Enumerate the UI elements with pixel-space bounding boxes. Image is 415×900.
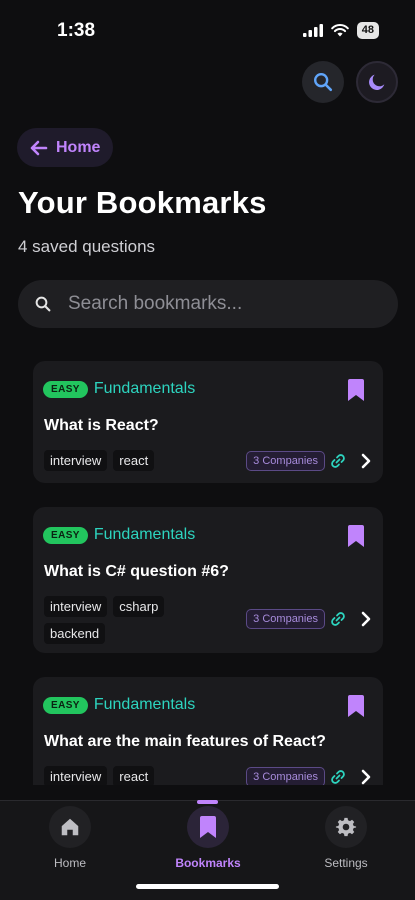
bookmark-icon[interactable] (347, 379, 365, 401)
bookmark-icon[interactable] (347, 695, 365, 717)
chevron-right-icon[interactable] (360, 769, 372, 785)
nav-label: Settings (324, 856, 368, 870)
bookmark-icon[interactable] (347, 525, 365, 547)
tag: interview (44, 766, 108, 785)
bookmark-icon (200, 816, 216, 838)
question-title: What is C# question #6? (44, 563, 229, 580)
home-indicator (136, 884, 279, 889)
nav-item-settings[interactable]: Settings (296, 801, 396, 870)
tag-list: interview react (44, 766, 224, 785)
bookmark-card[interactable]: EASY Fundamentals What are the main feat… (33, 677, 383, 785)
chevron-right-icon[interactable] (360, 453, 372, 469)
link-icon (331, 454, 345, 468)
nav-item-home[interactable]: Home (20, 801, 120, 870)
difficulty-badge: EASY (43, 380, 88, 398)
link-icon (331, 612, 345, 626)
nav-label: Home (53, 856, 86, 870)
link-icon (331, 770, 345, 784)
tag: react (113, 450, 155, 471)
nav-item-bookmarks[interactable]: Bookmarks (158, 801, 258, 870)
category-label: Fundamentals (93, 526, 196, 543)
companies-badge[interactable]: 3 Companies (246, 609, 325, 629)
bookmark-list: EASY Fundamentals What is React? intervi… (0, 0, 415, 785)
tag: csharp (113, 596, 165, 617)
companies-badge[interactable]: 3 Companies (246, 767, 325, 785)
tag: interview (44, 596, 108, 617)
gear-icon (335, 817, 357, 837)
category-label: Fundamentals (93, 696, 196, 713)
companies-badge[interactable]: 3 Companies (246, 451, 325, 471)
card-header: EASY Fundamentals (43, 526, 195, 544)
card-header: EASY Fundamentals (43, 696, 195, 714)
nav-circle (49, 806, 91, 848)
tag: backend (44, 623, 106, 644)
tag: react (113, 766, 155, 785)
bookmark-card[interactable]: EASY Fundamentals What is C# question #6… (33, 507, 383, 653)
tag: interview (44, 450, 108, 471)
nav-circle (187, 806, 229, 848)
difficulty-badge: EASY (43, 526, 88, 544)
chevron-right-icon[interactable] (360, 611, 372, 627)
bookmark-card[interactable]: EASY Fundamentals What is React? intervi… (33, 361, 383, 483)
home-icon (61, 818, 79, 836)
nav-circle (325, 806, 367, 848)
card-header: EASY Fundamentals (43, 380, 195, 398)
tag-list: interview csharp backend (44, 596, 184, 644)
question-title: What are the main features of React? (44, 733, 326, 750)
difficulty-badge: EASY (43, 696, 88, 714)
nav-label: Bookmarks (175, 856, 241, 870)
tag-list: interview react (44, 450, 224, 471)
category-label: Fundamentals (93, 380, 196, 397)
question-title: What is React? (44, 417, 159, 434)
